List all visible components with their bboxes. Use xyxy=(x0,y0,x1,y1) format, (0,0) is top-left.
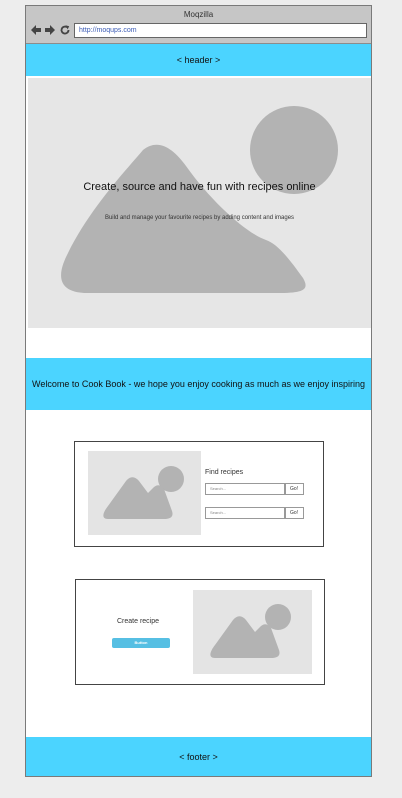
welcome-banner: Welcome to Cook Book - we hope you enjoy… xyxy=(26,358,371,410)
find-recipes-card: Find recipes Search... Go! Search... Go! xyxy=(74,441,324,547)
mountain-sun-icon xyxy=(210,604,291,658)
reload-icon[interactable] xyxy=(59,23,71,37)
image-placeholder xyxy=(193,590,312,674)
go-button[interactable]: Go! xyxy=(285,483,304,495)
create-recipe-button[interactable]: Button xyxy=(112,638,170,648)
create-recipe-card: Create recipe Button xyxy=(75,579,325,685)
footer: < footer > xyxy=(26,737,371,776)
window-title: Moqzilla xyxy=(183,10,214,19)
find-recipes-label: Find recipes xyxy=(205,469,244,476)
welcome-text: Welcome to Cook Book - we hope you enjoy… xyxy=(31,379,365,389)
search-input[interactable]: Search... xyxy=(205,507,285,519)
url-input[interactable]: http://moqups.com xyxy=(74,23,367,38)
hero-title: Create, source and have fun with recipes… xyxy=(83,181,316,193)
header-label: < header > xyxy=(176,55,221,65)
header: < header > xyxy=(26,44,371,76)
mountain-sun-icon xyxy=(103,466,184,519)
footer-label: < footer > xyxy=(179,751,218,762)
forward-arrow-icon[interactable] xyxy=(44,23,56,37)
image-placeholder xyxy=(88,451,201,535)
hero-image-placeholder: Create, source and have fun with recipes… xyxy=(28,78,371,328)
create-recipe-label: Create recipe xyxy=(117,618,160,625)
browser-window: Moqzilla http://moqups.com < header > Cr… xyxy=(25,5,372,777)
browser-titlebar: Moqzilla http://moqups.com xyxy=(26,6,371,44)
back-arrow-icon[interactable] xyxy=(30,23,42,37)
mountain-sun-icon xyxy=(61,106,338,293)
hero-subtitle: Build and manage your favourite recipes … xyxy=(104,215,295,221)
go-button[interactable]: Go! xyxy=(285,507,304,519)
search-input[interactable]: Search... xyxy=(205,483,285,495)
